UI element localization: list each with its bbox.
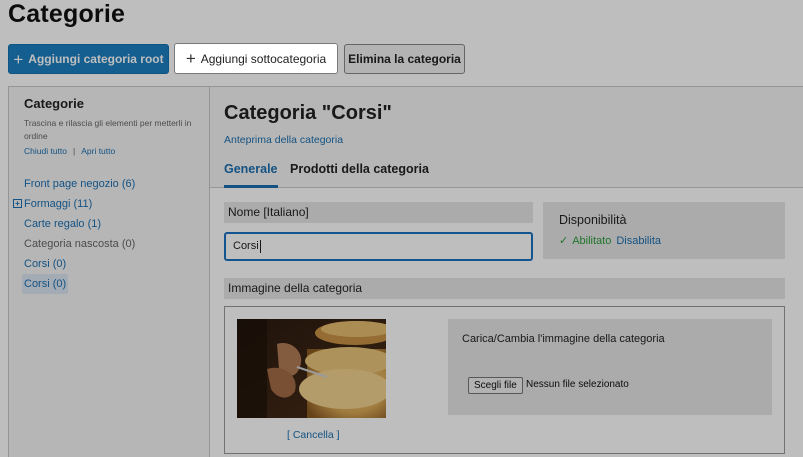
check-icon: ✓ <box>559 235 569 247</box>
plus-icon: + <box>185 49 196 68</box>
add-root-category-label: Aggiungi categoria root <box>28 52 164 66</box>
choose-file-button[interactable]: Scegli file <box>468 377 523 394</box>
tree-item-label[interactable]: Corsi (0) <box>24 254 66 274</box>
category-preview-link[interactable]: Anteprima della categoria <box>224 134 343 146</box>
tree-item[interactable]: + Formaggi (11) <box>13 194 135 214</box>
tree-item[interactable]: Corsi (0) <box>13 254 135 274</box>
image-section-label: Immagine della categoria <box>224 278 785 299</box>
category-name-input[interactable]: Corsi <box>224 232 533 261</box>
tree-item-label[interactable]: Categoria nascosta (0) <box>24 234 135 254</box>
collapse-all-link[interactable]: Chiudi tutto <box>24 146 67 156</box>
category-image <box>237 319 386 418</box>
image-upload-panel: Carica/Cambia l'immagine della categoria… <box>448 319 772 415</box>
upload-title: Carica/Cambia l'immagine della categoria <box>462 333 665 345</box>
sidebar-help-text: Trascina e rilascia gli elementi per met… <box>24 118 192 141</box>
tree-item[interactable]: Carte regalo (1) <box>13 214 135 234</box>
tree-item-label[interactable]: Formaggi (11) <box>24 194 92 214</box>
availability-panel: Disponibilità ✓ Abilitato Disabilita <box>543 202 785 259</box>
sidebar-title: Categorie <box>24 96 84 111</box>
page-title: Categorie <box>8 0 126 28</box>
category-title: Categoria "Corsi" <box>224 102 392 124</box>
category-editor: Categoria "Corsi" Anteprima della catego… <box>210 86 803 457</box>
tree-item[interactable]: Front page negozio (6) <box>13 174 135 194</box>
add-subcategory-label: Aggiungi sottocategoria <box>200 51 327 66</box>
category-tree: Front page negozio (6) + Formaggi (11) C… <box>13 174 135 294</box>
category-name-value: Corsi <box>233 240 259 252</box>
tab-category-products[interactable]: Prodotti della categoria <box>290 162 429 188</box>
add-subcategory-button[interactable]: + Aggiungi sottocategoria <box>174 43 338 74</box>
tree-item-label[interactable]: Front page negozio (6) <box>24 174 135 194</box>
delete-category-label: Elimina la categoria <box>348 52 461 66</box>
text-caret <box>259 239 261 253</box>
tab-general[interactable]: Generale <box>224 162 278 188</box>
tree-item-label[interactable]: Carte regalo (1) <box>24 214 101 234</box>
delete-category-button[interactable]: Elimina la categoria <box>344 44 465 74</box>
availability-status: ✓ Abilitato Disabilita <box>559 234 661 247</box>
tree-item-label[interactable]: Corsi (0) <box>22 274 69 294</box>
enabled-status: Abilitato <box>572 235 612 247</box>
disable-link[interactable]: Disabilita <box>616 235 661 247</box>
tree-item[interactable]: Categoria nascosta (0) <box>13 234 135 254</box>
expand-icon[interactable]: + <box>13 199 22 208</box>
tree-item-selected[interactable]: Corsi (0) <box>13 274 135 294</box>
cancel-image-link[interactable]: [ Cancella ] <box>287 429 340 441</box>
category-sidebar: Categorie Trascina e rilascia gli elemen… <box>8 86 210 457</box>
expand-all-link[interactable]: Apri tutto <box>81 146 115 156</box>
plus-icon: + <box>13 49 24 69</box>
editor-header: Categoria "Corsi" Anteprima della catego… <box>210 87 803 188</box>
name-field-label: Nome [Italiano] <box>224 202 533 223</box>
tree-controls: Chiudi tutto | Apri tutto <box>24 146 115 156</box>
availability-title: Disponibilità <box>559 213 627 227</box>
add-root-category-button[interactable]: + Aggiungi categoria root <box>8 44 169 74</box>
image-section: [ Cancella ] Carica/Cambia l'immagine de… <box>224 306 785 454</box>
cheese-photo-icon <box>237 319 386 418</box>
tree-controls-separator: | <box>73 146 76 156</box>
file-status-text: Nessun file selezionato <box>526 379 629 390</box>
